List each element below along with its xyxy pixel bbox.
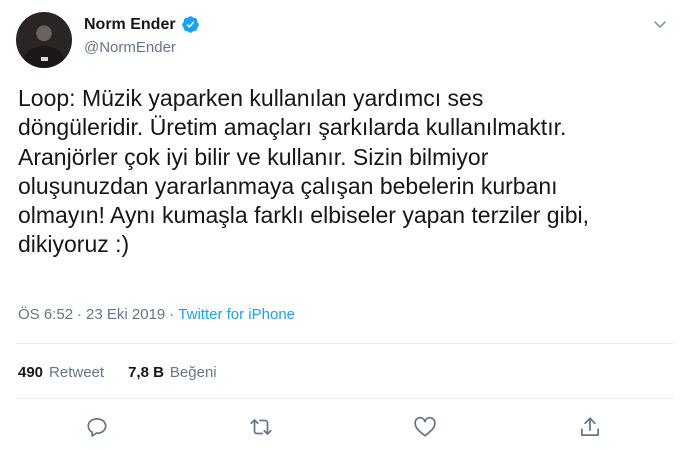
meta-separator: · xyxy=(169,306,175,323)
retweet-icon[interactable] xyxy=(248,414,274,440)
tweet-date[interactable]: 23 Eki 2019 xyxy=(86,306,165,323)
tweet-meta: ÖS 6:52 · 23 Eki 2019 · Twitter for iPho… xyxy=(18,306,295,323)
retweets-label[interactable]: Retweet xyxy=(49,364,104,381)
verified-badge-icon xyxy=(181,15,200,34)
retweets-count[interactable]: 490 xyxy=(18,364,43,381)
likes-label[interactable]: Beğeni xyxy=(170,364,217,381)
author-handle[interactable]: @NormEnder xyxy=(84,39,200,56)
reply-icon[interactable] xyxy=(84,414,110,440)
tweet-stats: 490 Retweet 7,8 B Beğeni xyxy=(18,364,235,381)
like-icon[interactable] xyxy=(412,414,438,440)
divider xyxy=(16,398,674,399)
tweet-text: Loop: Müzik yaparken kullanılan yardımcı… xyxy=(18,85,590,258)
tweet-actions xyxy=(0,414,690,444)
chevron-down-icon[interactable] xyxy=(652,16,668,32)
share-icon[interactable] xyxy=(577,414,603,440)
author-block: Norm Ender @NormEnder xyxy=(84,15,200,56)
author-name-row: Norm Ender xyxy=(84,15,200,34)
tweet-source-link[interactable]: Twitter for iPhone xyxy=(178,306,295,323)
avatar-detail xyxy=(41,57,48,61)
divider xyxy=(16,343,674,344)
meta-separator: · xyxy=(77,306,83,323)
author-display-name[interactable]: Norm Ender xyxy=(84,16,176,34)
avatar[interactable] xyxy=(16,12,72,68)
likes-count[interactable]: 7,8 B xyxy=(128,364,164,381)
tweet-time[interactable]: ÖS 6:52 xyxy=(18,306,73,323)
